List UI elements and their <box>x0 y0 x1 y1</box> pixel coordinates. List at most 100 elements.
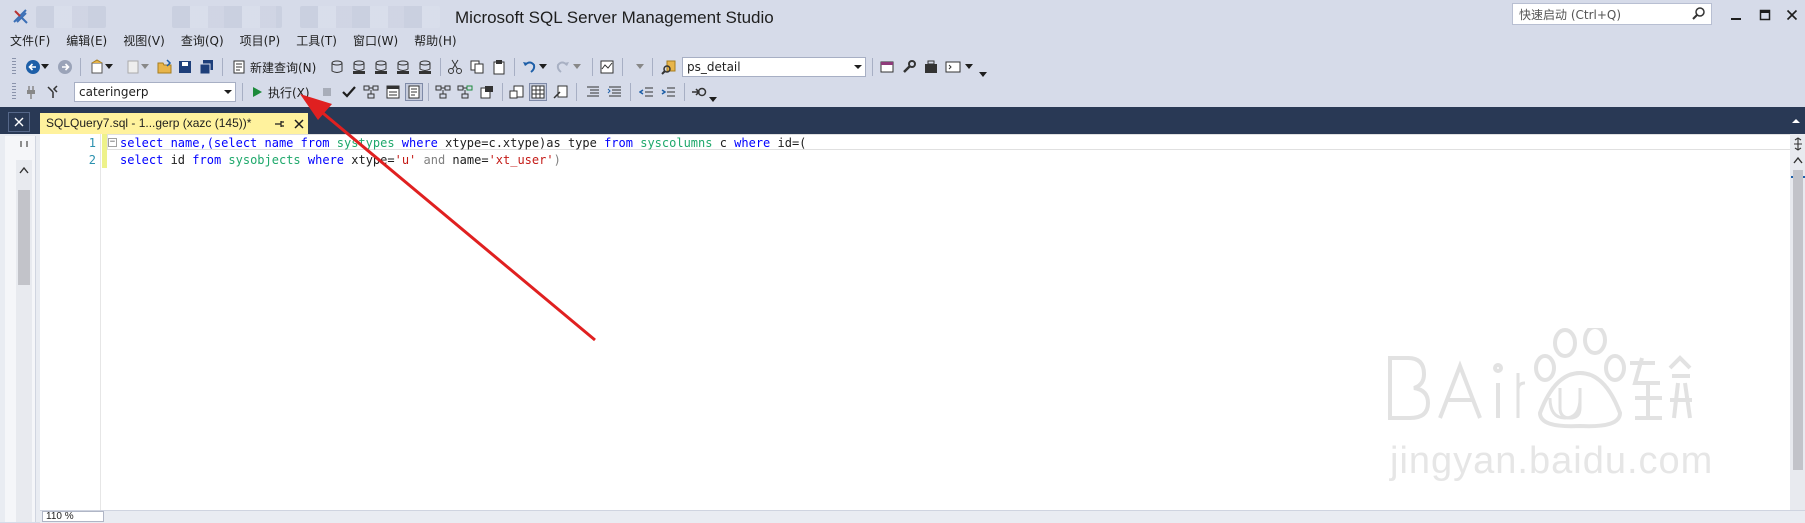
split-view-icon[interactable] <box>1792 137 1804 151</box>
new-project-dropdown[interactable] <box>104 58 114 76</box>
chevron-down-icon <box>979 72 987 77</box>
properties-window-button[interactable] <box>878 58 896 76</box>
title-bar: Microsoft SQL Server Management Studio 快… <box>0 0 1805 36</box>
menu-project[interactable]: 项目(P) <box>234 32 291 50</box>
cancel-query-button[interactable] <box>318 83 336 101</box>
tab-sqlquery7[interactable]: SQLQuery7.sql - 1...gerp (xazc (145))* <box>40 113 308 134</box>
cut-button[interactable] <box>446 58 464 76</box>
toolbar-overflow-button[interactable] <box>708 90 718 108</box>
redo-dropdown[interactable] <box>572 58 582 76</box>
query-options-button[interactable] <box>384 83 402 101</box>
sql-editor-toolbar: cateringerp 执行(X) <box>0 80 1805 104</box>
search-icon[interactable] <box>1691 6 1707 22</box>
client-statistics-button[interactable] <box>478 83 496 101</box>
parse-button[interactable] <box>340 83 358 101</box>
zoom-combo[interactable]: 110 % <box>42 511 104 522</box>
database-value: cateringerp <box>79 85 149 99</box>
menu-view[interactable]: 视图(V) <box>117 32 175 50</box>
save-all-button[interactable] <box>198 58 216 76</box>
scroll-up-icon[interactable] <box>1792 156 1804 164</box>
back-dropdown[interactable] <box>40 58 50 76</box>
open-file-button[interactable] <box>156 58 174 76</box>
mdx-query-button[interactable] <box>350 58 368 76</box>
close-pane-button[interactable] <box>8 112 30 132</box>
chevron-down-icon <box>539 64 547 69</box>
toolbar-grip[interactable] <box>12 83 16 101</box>
maximize-button[interactable] <box>1750 4 1780 26</box>
results-to-grid-button[interactable] <box>529 83 547 101</box>
menu-edit[interactable]: 编辑(E) <box>60 32 117 50</box>
new-query-button[interactable]: 新建查询(N) <box>250 59 316 76</box>
code-token: id <box>163 153 193 167</box>
xmla-query-button[interactable] <box>394 58 412 76</box>
results-to-file-button[interactable] <box>552 83 570 101</box>
minimize-button[interactable] <box>1721 4 1751 26</box>
decrease-indent-button[interactable] <box>638 83 656 101</box>
include-actual-plan-button[interactable] <box>434 83 452 101</box>
pin-icon[interactable] <box>272 117 286 131</box>
live-query-stats-button[interactable] <box>456 83 474 101</box>
paste-button[interactable] <box>490 58 508 76</box>
undo-dropdown[interactable] <box>538 58 548 76</box>
tab-overflow-icon[interactable] <box>1790 117 1802 125</box>
toolbox-button[interactable] <box>922 58 940 76</box>
code-token: id=( <box>770 136 807 150</box>
code-line-1[interactable]: select name,(select name from systypes w… <box>120 136 806 150</box>
save-icon <box>179 61 191 73</box>
toolbar-separator <box>592 58 593 76</box>
save-button[interactable] <box>176 58 194 76</box>
dmx-query-button[interactable] <box>372 58 390 76</box>
display-estimated-plan-button[interactable] <box>362 83 380 101</box>
code-line-2[interactable]: select id from sysobjects where xtype='u… <box>120 153 561 167</box>
increase-indent-button[interactable] <box>660 83 678 101</box>
comment-icon <box>587 86 599 97</box>
properties-icon <box>880 61 894 73</box>
results-to-text-button[interactable] <box>508 83 526 101</box>
redo-button[interactable] <box>554 58 572 76</box>
vertical-scrollbar-thumb[interactable] <box>1793 170 1803 470</box>
menu-file[interactable]: 文件(F) <box>0 32 60 50</box>
uncomment-icon <box>607 86 621 97</box>
output-dropdown[interactable] <box>964 58 974 76</box>
execute-button[interactable]: 执行(X) <box>268 84 310 101</box>
toolbar-separator <box>622 58 623 76</box>
menu-query[interactable]: 查询(Q) <box>175 32 234 50</box>
db-query-icon <box>331 60 343 73</box>
toolbar-grip[interactable] <box>12 58 16 76</box>
scroll-up-icon[interactable] <box>18 166 30 174</box>
comment-out-button[interactable] <box>584 83 602 101</box>
menu-tools[interactable]: 工具(T) <box>290 32 347 50</box>
forward-button[interactable] <box>56 58 74 76</box>
specify-template-values-button[interactable] <box>690 83 708 101</box>
blank-dropdown[interactable] <box>634 58 646 76</box>
uncomment-button[interactable] <box>606 83 624 101</box>
intellisense-toggle-button[interactable] <box>405 83 423 101</box>
double-chevron-icon[interactable] <box>18 140 32 150</box>
close-button[interactable] <box>1777 4 1805 26</box>
zoom-value: 110 % <box>46 511 74 522</box>
toolbar-separator <box>222 58 223 76</box>
stop-icon <box>323 88 331 96</box>
change-connection-button[interactable] <box>44 83 62 101</box>
collapse-icon[interactable]: − <box>108 138 117 147</box>
add-item-dropdown[interactable] <box>140 58 150 76</box>
undo-button[interactable] <box>520 58 538 76</box>
copy-button[interactable] <box>468 58 486 76</box>
solution-config-combo[interactable]: ps_detail <box>682 57 866 77</box>
wrench-button[interactable] <box>900 58 918 76</box>
execute-icon-wrap[interactable] <box>248 83 266 101</box>
dax-query-button[interactable] <box>416 58 434 76</box>
find-in-files-button[interactable] <box>660 58 678 76</box>
xmla-query-icon <box>397 60 409 74</box>
menu-help[interactable]: 帮助(H) <box>408 32 466 50</box>
activity-monitor-button[interactable] <box>598 58 616 76</box>
new-query-icon-wrap[interactable] <box>230 58 248 76</box>
menu-window[interactable]: 窗口(W) <box>347 32 408 50</box>
quick-launch-input[interactable]: 快速启动 (Ctrl+Q) <box>1512 3 1712 25</box>
database-engine-query-button[interactable] <box>328 58 346 76</box>
left-scrollbar-thumb[interactable] <box>18 190 30 285</box>
close-icon[interactable] <box>292 117 306 131</box>
available-databases-combo[interactable]: cateringerp <box>74 82 236 102</box>
output-window-button[interactable] <box>944 58 962 76</box>
connect-button[interactable] <box>22 83 40 101</box>
